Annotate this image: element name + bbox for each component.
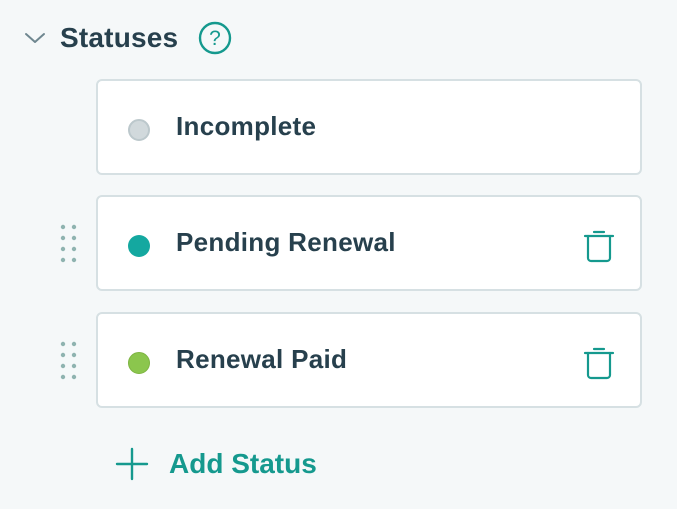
status-label: Renewal Paid: [176, 344, 348, 374]
status-row-pending-renewal: Pending Renewal: [0, 195, 677, 293]
statuses-section-header: Statuses ?: [22, 16, 232, 60]
status-card[interactable]: Renewal Paid: [96, 312, 642, 408]
drag-handle-icon[interactable]: [58, 340, 80, 384]
status-label: Pending Renewal: [176, 227, 396, 257]
status-card[interactable]: Pending Renewal: [96, 195, 642, 291]
status-row-renewal-paid: Renewal Paid: [0, 312, 677, 410]
plus-icon: [114, 446, 150, 482]
help-glyph: ?: [209, 27, 221, 50]
trash-icon[interactable]: [582, 228, 616, 264]
add-status-label: Add Status: [169, 448, 317, 479]
status-color-dot: [128, 119, 150, 141]
add-status-button[interactable]: Add Status: [114, 444, 317, 484]
status-color-dot: [128, 352, 150, 374]
question-circle-icon[interactable]: ?: [198, 21, 232, 55]
section-title: Statuses: [60, 22, 179, 53]
status-label: Incomplete: [176, 111, 317, 141]
drag-handle-icon[interactable]: [58, 223, 80, 267]
statuses-panel: Statuses ? Incomplete Pending Renewal Re…: [0, 0, 677, 509]
status-row-incomplete: Incomplete: [0, 79, 677, 177]
status-color-dot: [128, 235, 150, 257]
trash-icon[interactable]: [582, 345, 616, 381]
status-card[interactable]: Incomplete: [96, 79, 642, 175]
chevron-down-icon[interactable]: [22, 25, 48, 51]
